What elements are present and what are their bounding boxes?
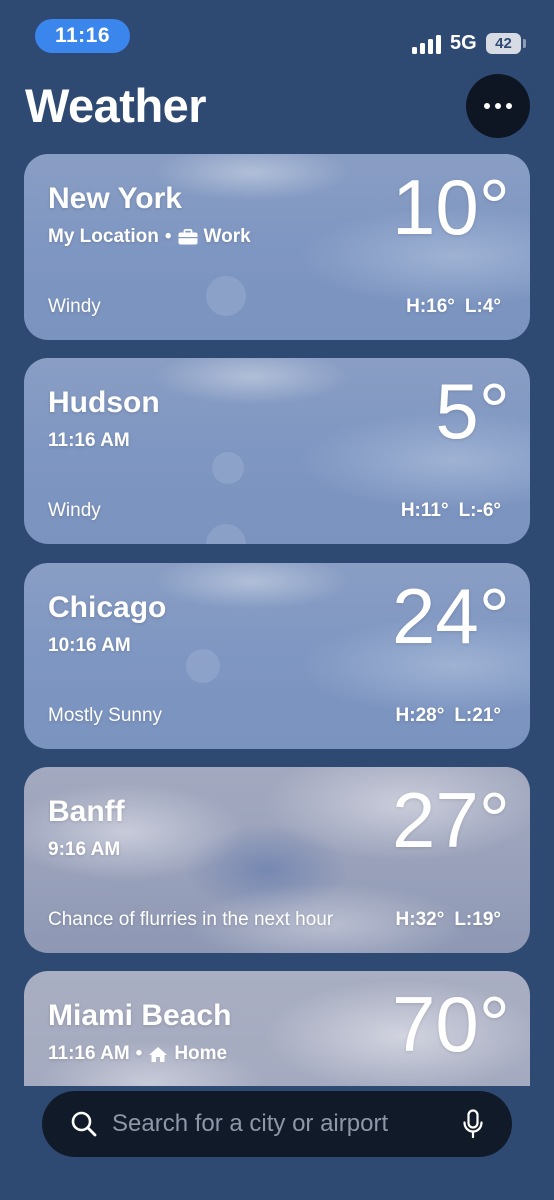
separator-dot: • — [164, 226, 172, 247]
lens-flare — [206, 524, 246, 544]
location-label: My Location — [48, 226, 159, 247]
more-options-button[interactable] — [466, 74, 530, 138]
search-placeholder: Search for a city or airport — [112, 1110, 389, 1137]
city-card-new-york[interactable]: New York My Location • Work 10° Windy H:… — [24, 154, 530, 340]
high-temperature: H:11° — [400, 500, 449, 521]
high-temperature: H:32° — [395, 909, 445, 930]
page-title: Weather — [25, 79, 207, 132]
search-input[interactable]: Search for a city or airport — [42, 1091, 512, 1157]
city-card-banff[interactable]: Banff 9:16 AM 27° Chance of flurries in … — [24, 767, 530, 953]
current-temperature: 5° — [435, 367, 510, 455]
local-time: 11:16 AM — [48, 430, 130, 451]
search-icon — [71, 1111, 97, 1137]
city-subtitle: 11:16 AM — [48, 430, 130, 452]
current-temperature: 27° — [392, 776, 510, 864]
weather-condition: Windy — [48, 500, 101, 521]
city-list[interactable]: Weather New York My Location • Work 10° … — [0, 0, 554, 1086]
local-time: 11:16 AM — [48, 1043, 130, 1064]
low-temperature: L:4° — [464, 296, 501, 317]
city-subtitle: 11:16 AM • Home — [48, 1043, 227, 1065]
high-temperature: H:28° — [395, 705, 445, 726]
high-low: H:16° L:4° — [406, 296, 501, 318]
separator-dot: • — [135, 1043, 143, 1064]
local-time: 10:16 AM — [48, 635, 131, 656]
city-card-chicago[interactable]: Chicago 10:16 AM 24° Mostly Sunny H:28° … — [24, 563, 530, 749]
microphone-icon[interactable] — [462, 1109, 484, 1139]
city-name: Chicago — [48, 591, 167, 624]
low-temperature: L:-6° — [458, 500, 501, 521]
ellipsis-icon — [484, 103, 490, 109]
city-subtitle: 9:16 AM — [48, 839, 120, 861]
current-temperature: 10° — [392, 163, 510, 251]
city-name: New York — [48, 182, 182, 215]
weather-condition: Chance of flurries in the next hour — [48, 909, 334, 930]
weather-condition: Mostly Sunny — [48, 705, 163, 726]
location-tag: Home — [174, 1043, 228, 1064]
low-temperature: L:19° — [454, 909, 501, 930]
current-temperature: 70° — [392, 980, 510, 1068]
city-subtitle: 10:16 AM — [48, 635, 131, 657]
current-temperature: 24° — [392, 572, 510, 660]
high-low: H:28° L:21° — [396, 705, 501, 727]
weather-condition: Windy — [48, 296, 101, 317]
house-icon — [149, 1046, 168, 1062]
city-name: Miami Beach — [48, 999, 232, 1032]
city-name: Banff — [48, 795, 125, 828]
lens-flare — [206, 276, 246, 316]
city-subtitle: My Location • Work — [48, 226, 251, 248]
lens-flare — [186, 649, 220, 683]
high-low: H:11° L:-6° — [401, 500, 501, 522]
search-area: Search for a city or airport — [0, 1086, 554, 1200]
ellipsis-icon — [495, 103, 501, 109]
low-temperature: L:21° — [454, 705, 501, 726]
high-low: H:32° L:19° — [396, 909, 501, 931]
city-name: Hudson — [48, 386, 160, 419]
city-card-hudson[interactable]: Hudson 11:16 AM 5° Windy H:11° L:-6° — [24, 358, 530, 544]
local-time: 9:16 AM — [48, 839, 121, 860]
lens-flare — [212, 452, 244, 484]
location-tag: Work — [203, 226, 251, 247]
high-temperature: H:16° — [406, 296, 455, 317]
briefcase-icon — [178, 229, 197, 245]
ellipsis-icon — [506, 103, 512, 109]
city-card-miami-beach[interactable]: Miami Beach 11:16 AM • Home 70° — [24, 971, 530, 1086]
